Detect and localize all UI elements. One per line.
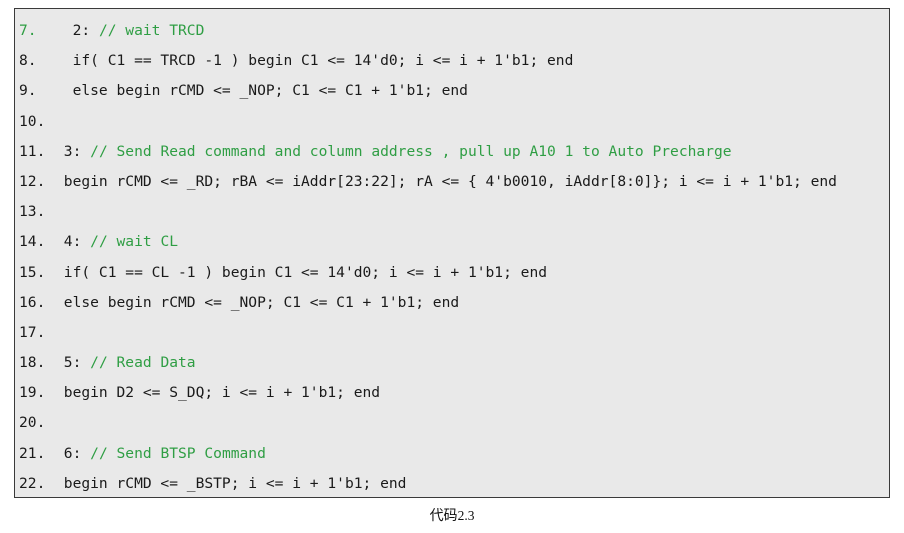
code-source: 3: [55,142,91,160]
line-number: 14. [19,233,46,251]
code-line: 11. 3: // Send Read command and column a… [15,137,889,167]
code-line: 19. begin D2 <= S_DQ; i <= i + 1'b1; end [15,378,889,408]
figure-caption: 代码2.3 [0,505,904,525]
code-line: 21. 6: // Send BTSP Command [15,439,889,469]
code-line: 7. 2: // wait TRCD [15,16,889,46]
code-comment: // Read Data [90,354,196,372]
line-number: 16. [19,293,46,311]
line-number: 19. [19,384,46,402]
code-source: else begin rCMD <= _NOP; C1 <= C1 + 1'b1… [55,82,468,100]
code-line: 16. else begin rCMD <= _NOP; C1 <= C1 + … [15,288,889,318]
line-number: 18. [19,354,46,372]
code-listing-figure: 7. 2: // wait TRCD 8. if( C1 == TRCD -1 )… [0,0,904,533]
code-source: if( C1 == TRCD -1 ) begin C1 <= 14'd0; i… [55,52,574,70]
line-number: 15. [19,263,46,281]
code-line: 12. begin rCMD <= _RD; rBA <= iAddr[23:2… [15,167,889,197]
code-line: 10. [15,107,889,137]
line-number: 10. [19,112,46,130]
code-source: 2: [55,22,99,39]
code-comment: // wait TRCD [98,22,205,39]
code-line: 20. [15,408,889,438]
code-line: 14. 4: // wait CL [15,227,889,257]
line-number: 8. [19,52,37,70]
code-line: 22. begin rCMD <= _BSTP; i <= i + 1'b1; … [15,469,889,497]
code-line-list: 7. 2: // wait TRCD 8. if( C1 == TRCD -1 )… [15,9,889,497]
line-number: 7. [19,22,37,39]
code-source: begin rCMD <= _RD; rBA <= iAddr[23:22]; … [55,172,837,190]
code-block[interactable]: 7. 2: // wait TRCD 8. if( C1 == TRCD -1 )… [14,8,890,498]
line-number: 20. [19,414,46,432]
line-number: 12. [19,172,46,190]
line-number: 22. [19,474,46,492]
caption-label: 代码 [429,508,458,524]
code-source: else begin rCMD <= _NOP; C1 <= C1 + 1'b1… [55,293,460,311]
code-line: 17. [15,318,889,348]
line-number: 17. [19,323,46,341]
line-number: 11. [19,142,46,160]
code-source: begin D2 <= S_DQ; i <= i + 1'b1; end [55,384,381,402]
code-comment: // wait CL [90,233,179,251]
code-source: if( C1 == CL -1 ) begin C1 <= 14'd0; i <… [55,263,548,281]
code-comment: // Send Read command and column address … [90,142,732,160]
code-line: 9. else begin rCMD <= _NOP; C1 <= C1 + 1… [15,76,889,106]
code-source: 4: [55,233,91,251]
code-line: 13. [15,197,889,227]
code-line: 8. if( C1 == TRCD -1 ) begin C1 <= 14'd0… [15,46,889,76]
code-source: 5: [55,354,91,372]
line-number: 13. [19,203,46,221]
line-number: 21. [19,444,46,462]
code-source: begin rCMD <= _BSTP; i <= i + 1'b1; end [55,474,407,492]
line-number: 9. [19,82,37,100]
code-source: 6: [55,444,91,462]
code-comment: // Send BTSP Command [90,444,266,462]
code-line: 15. if( C1 == CL -1 ) begin C1 <= 14'd0;… [15,258,889,288]
caption-number: 2.3 [457,508,475,523]
code-line: 18. 5: // Read Data [15,348,889,378]
